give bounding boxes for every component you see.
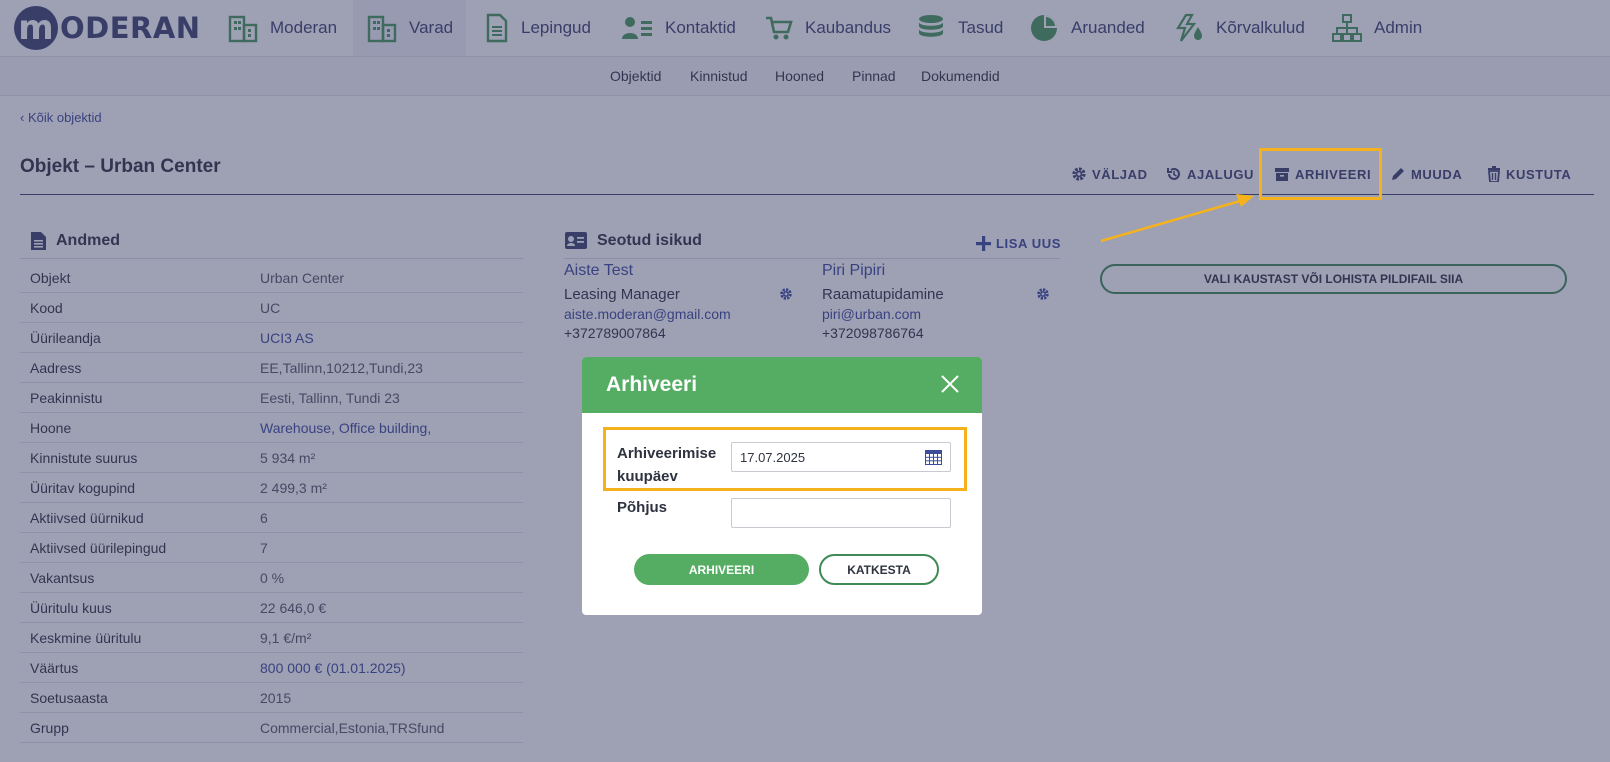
cancel-button[interactable]: KATKESTA: [819, 554, 939, 585]
archive-date-input[interactable]: 17.07.2025: [731, 442, 951, 472]
calendar-icon[interactable]: [925, 450, 942, 465]
archive-date-label: Arhiveerimise kuupäev: [617, 445, 717, 485]
dialog-title: Arhiveeri: [606, 373, 698, 396]
reason-input[interactable]: [731, 498, 951, 528]
close-icon[interactable]: [940, 374, 960, 394]
dialog-header: Arhiveeri: [582, 357, 982, 413]
archive-dialog: Arhiveeri Arhiveerimise kuupäev 17.07.20…: [582, 357, 982, 615]
archive-date-value: 17.07.2025: [740, 449, 806, 465]
archive-button-highlight: [1259, 148, 1382, 200]
confirm-archive-button[interactable]: ARHIVEERI: [634, 554, 809, 585]
reason-label: Põhjus: [617, 499, 668, 516]
